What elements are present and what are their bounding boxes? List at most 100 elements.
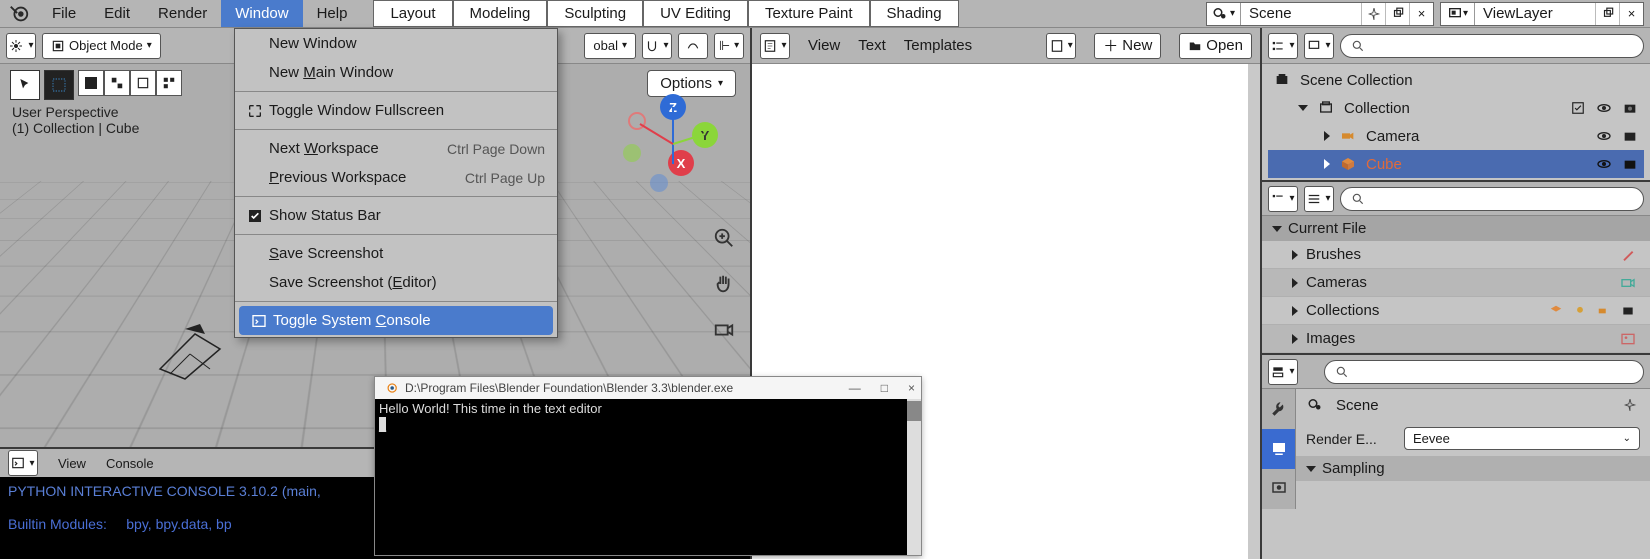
properties-search[interactable] xyxy=(1324,360,1644,384)
duplicate-icon[interactable] xyxy=(1385,3,1409,25)
outliner-collection[interactable]: Collection xyxy=(1268,94,1644,122)
tool-cursor[interactable] xyxy=(44,70,74,100)
workspace-tab-sculpting[interactable]: Sculpting xyxy=(547,0,643,27)
text-text-menu[interactable]: Text xyxy=(858,37,886,54)
camera-icon[interactable] xyxy=(1620,126,1640,146)
select-mode-4[interactable] xyxy=(156,70,182,96)
data-images[interactable]: Images xyxy=(1262,325,1650,353)
proportional-edit-toggle[interactable] xyxy=(678,33,708,59)
tool-select-box[interactable] xyxy=(10,70,40,100)
menu-show-status-bar[interactable]: Show Status Bar xyxy=(235,201,557,230)
window-menu[interactable]: Window xyxy=(221,0,302,27)
dropdown-value: Eevee xyxy=(1413,431,1450,446)
editor-type-selector[interactable]: ▾ xyxy=(6,33,36,59)
system-console-titlebar[interactable]: D:\Program Files\Blender Foundation\Blen… xyxy=(375,377,921,399)
menu-label: Show Status Bar xyxy=(269,207,381,224)
open-text-button[interactable]: Open xyxy=(1179,33,1252,59)
disclosure-icon[interactable] xyxy=(1298,105,1308,111)
scrollbar[interactable] xyxy=(1248,64,1260,559)
console-console-menu[interactable]: Console xyxy=(106,456,154,471)
text-templates-menu[interactable]: Templates xyxy=(904,37,972,54)
select-mode-3[interactable] xyxy=(130,70,156,96)
outliner-search[interactable] xyxy=(1340,34,1644,58)
eye-icon[interactable] xyxy=(1594,154,1614,174)
new-text-button[interactable]: ＋ New xyxy=(1094,33,1161,59)
scene-selector[interactable]: ▾ Scene × xyxy=(1206,2,1434,26)
zoom-icon[interactable] xyxy=(710,224,738,252)
menu-new-main-window[interactable]: New Main Window xyxy=(235,58,557,87)
file-menu[interactable]: File xyxy=(38,0,90,27)
viewport-options-dropdown[interactable]: Options▾ xyxy=(647,70,736,97)
disclosure-icon[interactable] xyxy=(1324,131,1330,141)
sampling-header[interactable]: Sampling xyxy=(1296,456,1650,481)
workspace-tab-shading[interactable]: Shading xyxy=(870,0,959,27)
menu-toggle-system-console[interactable]: Toggle System Console xyxy=(239,306,553,335)
scrollbar[interactable] xyxy=(907,399,921,555)
data-collections[interactable]: Collections xyxy=(1262,297,1650,325)
menu-next-workspace[interactable]: Next WorkspaceCtrl Page Down xyxy=(235,134,557,163)
menu-previous-workspace[interactable]: Previous WorkspaceCtrl Page Up xyxy=(235,163,557,192)
outliner-cube[interactable]: Cube xyxy=(1268,150,1644,178)
editor-type-selector[interactable]: ▾ xyxy=(8,450,38,476)
camera-icon[interactable] xyxy=(1620,98,1640,118)
select-mode-2[interactable] xyxy=(104,70,130,96)
duplicate-icon[interactable] xyxy=(1595,3,1619,25)
data-brushes[interactable]: Brushes xyxy=(1262,241,1650,269)
maximize-button[interactable]: □ xyxy=(881,381,888,395)
workspace-tab-texturepaint[interactable]: Texture Paint xyxy=(748,0,870,27)
pan-icon[interactable] xyxy=(710,270,738,298)
checkbox-icon[interactable] xyxy=(1568,98,1588,118)
menu-save-screenshot-editor[interactable]: Save Screenshot (Editor) xyxy=(235,268,557,297)
help-menu[interactable]: Help xyxy=(303,0,362,27)
pin-icon[interactable] xyxy=(1620,395,1640,415)
camera-view-icon[interactable] xyxy=(710,316,738,344)
prop-tab-tool[interactable] xyxy=(1262,389,1295,429)
render-engine-dropdown[interactable]: Eevee⌄ xyxy=(1404,427,1640,450)
scene-datablock-row: Scene xyxy=(1296,389,1650,421)
edit-menu[interactable]: Edit xyxy=(90,0,144,27)
workspace-tab-uvediting[interactable]: UV Editing xyxy=(643,0,748,27)
data-search[interactable] xyxy=(1340,187,1644,211)
camera-icon[interactable] xyxy=(1620,154,1640,174)
eye-icon[interactable] xyxy=(1594,98,1614,118)
prop-tab-output[interactable] xyxy=(1262,469,1295,509)
minimize-button[interactable]: — xyxy=(849,381,861,395)
orientation-dropdown[interactable]: obal▾ xyxy=(584,33,636,59)
data-cameras[interactable]: Cameras xyxy=(1262,269,1650,297)
console-view-menu[interactable]: View xyxy=(58,456,86,471)
snap-dropdown[interactable]: ▾ xyxy=(642,33,672,59)
render-menu[interactable]: Render xyxy=(144,0,221,27)
navigation-gizmo[interactable]: Z Y X xyxy=(620,94,720,194)
disclosure-icon[interactable] xyxy=(1324,159,1330,169)
display-mode-selector[interactable]: ▾ xyxy=(1304,33,1334,59)
snap-to-icon[interactable]: ⊩▾ xyxy=(714,33,744,59)
pin-icon[interactable] xyxy=(1361,3,1385,25)
console-output-line: Hello World! This time in the text edito… xyxy=(379,401,602,416)
menu-save-screenshot[interactable]: Save Screenshot xyxy=(235,239,557,268)
checkbox-checked-icon xyxy=(247,208,269,224)
text-datablock-selector[interactable]: ▾ xyxy=(1046,33,1076,59)
workspace-tab-layout[interactable]: Layout xyxy=(373,0,452,27)
prop-tab-render[interactable] xyxy=(1262,429,1295,469)
workspace-tab-modeling[interactable]: Modeling xyxy=(453,0,548,27)
outliner-camera[interactable]: Camera xyxy=(1268,122,1644,150)
mode-selector[interactable]: Object Mode▾ xyxy=(42,33,161,59)
current-file-header[interactable]: Current File xyxy=(1262,216,1650,241)
close-icon[interactable]: × xyxy=(1619,3,1643,25)
close-icon[interactable]: × xyxy=(1409,3,1433,25)
eye-icon[interactable] xyxy=(1594,126,1614,146)
display-mode-selector[interactable]: ▾ xyxy=(1304,186,1334,212)
collection-icon xyxy=(1316,98,1336,118)
editor-type-selector[interactable]: ▾ xyxy=(1268,359,1298,385)
close-button[interactable]: × xyxy=(908,381,915,395)
menu-new-window[interactable]: New Window xyxy=(235,29,557,58)
outliner-scene-collection[interactable]: Scene Collection xyxy=(1268,66,1644,94)
select-mode-1[interactable] xyxy=(78,70,104,96)
editor-type-selector[interactable]: ▾ xyxy=(1268,186,1298,212)
editor-type-selector[interactable]: ▾ xyxy=(760,33,790,59)
system-console-body[interactable]: Hello World! This time in the text edito… xyxy=(375,399,921,555)
viewlayer-selector[interactable]: ▾ ViewLayer × xyxy=(1440,2,1644,26)
editor-type-selector[interactable]: ▾ xyxy=(1268,33,1298,59)
menu-toggle-fullscreen[interactable]: Toggle Window Fullscreen xyxy=(235,96,557,125)
text-view-menu[interactable]: View xyxy=(808,37,840,54)
